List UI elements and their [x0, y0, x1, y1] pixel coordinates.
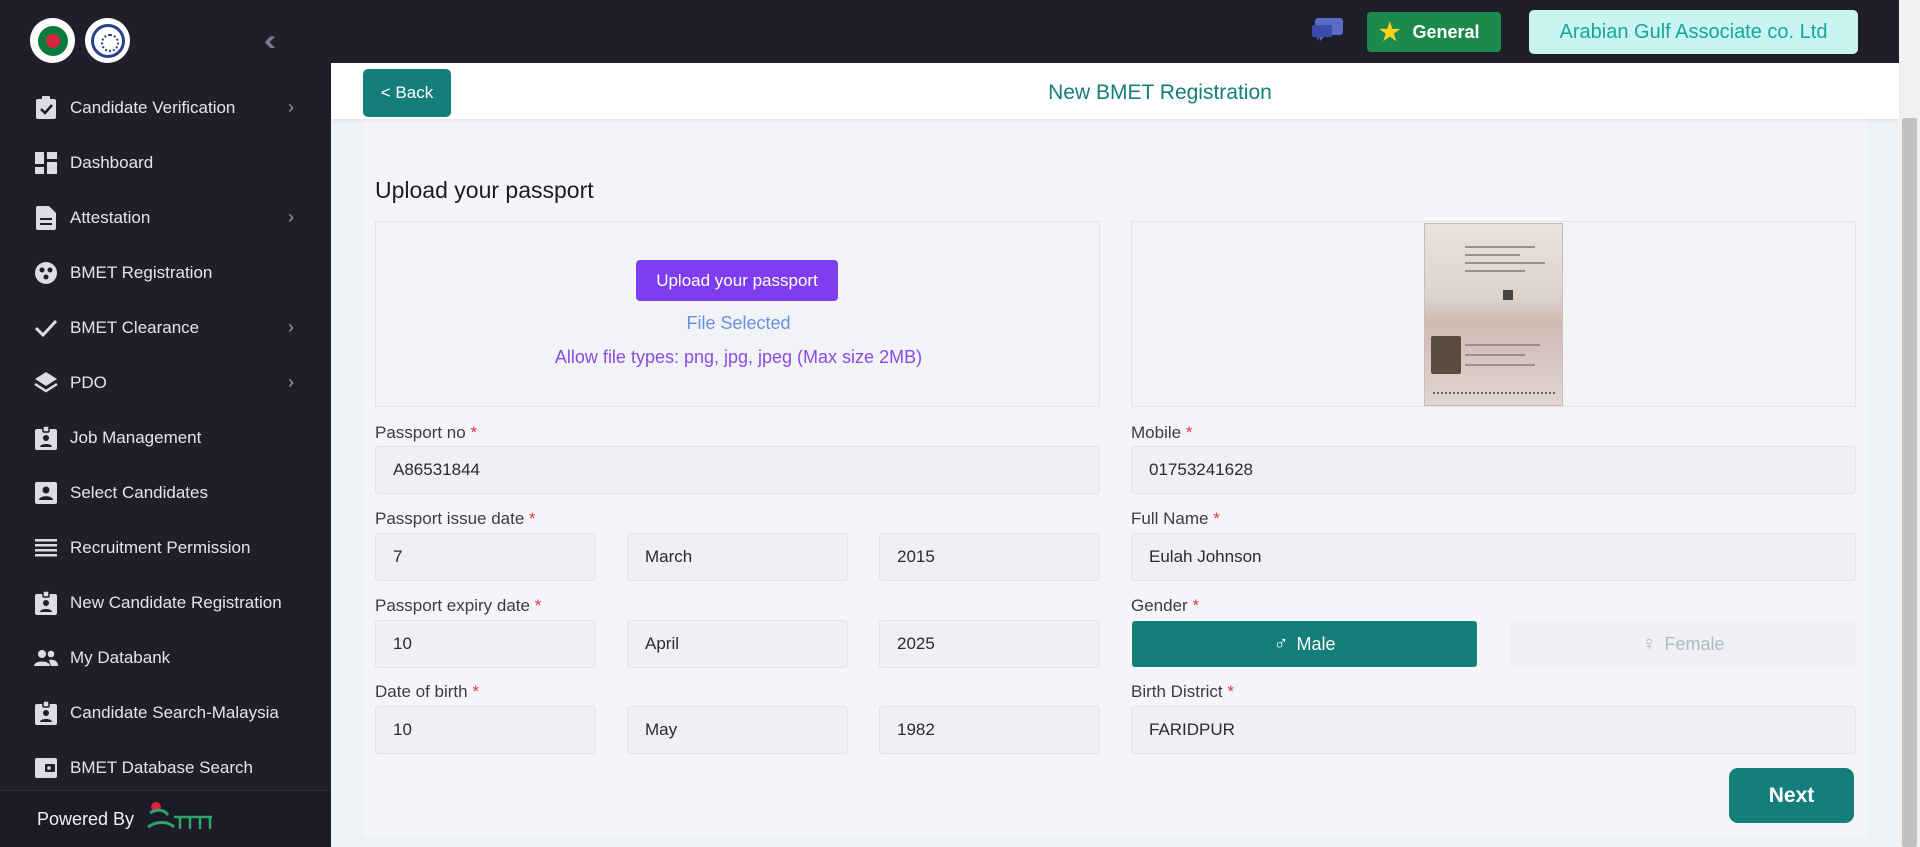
expiry-date-label: Passport expiry date *: [375, 596, 542, 615]
female-symbol-icon: ♀: [1641, 632, 1657, 655]
section-title: Upload your passport: [375, 177, 594, 203]
page-title: New BMET Registration: [1048, 81, 1272, 104]
full-name-input[interactable]: Eulah Johnson: [1131, 533, 1856, 581]
sidebar-item-label: Attestation: [70, 207, 151, 227]
expiry-month-select[interactable]: April: [627, 620, 848, 668]
passport-preview-image[interactable]: [1424, 223, 1563, 406]
sidebar-item-label: My Databank: [70, 647, 171, 667]
general-plan-button[interactable]: ★ General: [1367, 12, 1501, 52]
sidebar-item-label: Recruitment Permission: [70, 537, 251, 557]
layers-icon: [34, 371, 58, 395]
birth-district-select[interactable]: FARIDPUR: [1131, 706, 1856, 754]
sidebar-item-recruitment-permission[interactable]: Recruitment Permission: [0, 520, 331, 575]
sidebar-logos: [30, 18, 130, 63]
sidebar-item-candidate-search-malaysia[interactable]: Candidate Search-Malaysia: [0, 685, 331, 740]
gender-female-label: Female: [1664, 633, 1725, 654]
sidebar-item-label: BMET Clearance: [70, 317, 200, 337]
company-name-button[interactable]: Arabian Gulf Associate co. Ltd: [1529, 10, 1858, 54]
sidebar-item-label: BMET Database Search: [70, 757, 253, 777]
chevron-right-icon: ›: [288, 372, 294, 392]
sidebar-item-candidate-verification[interactable]: Candidate Verification ›: [0, 80, 331, 135]
wallet-icon: [34, 756, 58, 780]
sidebar-item-bmet-clearance[interactable]: BMET Clearance ›: [0, 300, 331, 355]
issue-year-select[interactable]: 2015: [879, 533, 1100, 581]
sidebar-item-job-management[interactable]: Job Management: [0, 410, 331, 465]
powered-by-label: Powered By: [37, 808, 135, 829]
badge-icon: [34, 425, 58, 450]
sidebar-item-dashboard[interactable]: Dashboard: [0, 135, 331, 190]
issue-day-select[interactable]: 7: [375, 533, 596, 581]
document-icon: [34, 205, 58, 230]
passport-no-input[interactable]: A86531844: [375, 446, 1100, 494]
content-header: New BMET Registration < Back: [331, 63, 1899, 119]
full-name-label: Full Name *: [1131, 509, 1220, 528]
sidebar-item-bmet-registration[interactable]: BMET Registration: [0, 245, 331, 300]
registration-form-card: Upload your passport Upload your passpor…: [363, 119, 1868, 837]
passport-upload-area: Upload your passport File Selected Allow…: [375, 221, 1100, 407]
scrollbar-thumb[interactable]: [1902, 118, 1917, 847]
page-scrollbar[interactable]: [1899, 0, 1920, 847]
general-label: General: [1412, 21, 1480, 42]
mobile-label: Mobile *: [1131, 423, 1193, 442]
sidebar-item-bmet-database-search[interactable]: BMET Database Search: [0, 740, 331, 795]
person-card-icon: [34, 481, 58, 505]
people-icon: [34, 646, 58, 670]
chevron-right-icon: ›: [288, 317, 294, 337]
passport-preview-area: [1131, 221, 1856, 407]
sidebar-item-label: Candidate Verification: [70, 97, 236, 117]
bmet-logo: [85, 18, 130, 63]
double-chevron-left-icon[interactable]: ‹‹: [264, 24, 276, 58]
badge-icon: [34, 700, 58, 725]
allowed-file-types-text: Allow file types: png, jpg, jpeg (Max si…: [554, 347, 923, 367]
ami-probashi-logo: [146, 799, 216, 840]
chat-bubbles-icon[interactable]: [1312, 16, 1344, 44]
list-lines-icon: [34, 536, 58, 560]
clipboard-check-icon: [34, 95, 58, 120]
top-bar: ★ General Arabian Gulf Associate co. Ltd: [331, 0, 1920, 63]
sidebar-item-label: Candidate Search-Malaysia: [70, 702, 279, 722]
badge-icon: [34, 590, 58, 615]
dashboard-grid-icon: [34, 151, 58, 175]
sidebar-item-pdo[interactable]: PDO ›: [0, 355, 331, 410]
sidebar-item-select-candidates[interactable]: Select Candidates: [0, 465, 331, 520]
dob-day-select[interactable]: 10: [375, 706, 596, 754]
next-button[interactable]: Next: [1729, 768, 1854, 823]
expiry-day-select[interactable]: 10: [375, 620, 596, 668]
sidebar-item-label: BMET Registration: [70, 262, 213, 282]
sidebar-item-label: New Candidate Registration: [70, 592, 282, 612]
gender-male-button[interactable]: ♂ Male: [1132, 621, 1477, 667]
sidebar: ‹‹ Candidate Verification › Dashboard At…: [0, 0, 331, 847]
chevron-right-icon: ›: [288, 207, 294, 227]
sidebar-menu: Candidate Verification › Dashboard Attes…: [0, 80, 331, 795]
sidebar-item-new-candidate-registration[interactable]: New Candidate Registration: [0, 575, 331, 630]
gender-male-label: Male: [1296, 633, 1336, 654]
chevron-right-icon: ›: [288, 97, 294, 117]
file-status-text: File Selected: [686, 313, 791, 333]
birth-district-label: Birth District *: [1131, 682, 1234, 701]
issue-month-select[interactable]: March: [627, 533, 848, 581]
gender-label: Gender *: [1131, 596, 1200, 615]
sidebar-item-attestation[interactable]: Attestation ›: [0, 190, 331, 245]
passport-no-label: Passport no *: [375, 423, 478, 442]
sidebar-item-my-databank[interactable]: My Databank: [0, 630, 331, 685]
mobile-input[interactable]: 01753241628: [1131, 446, 1856, 494]
dob-year-select[interactable]: 1982: [879, 706, 1100, 754]
checkmark-icon: [34, 316, 58, 340]
dob-month-select[interactable]: May: [627, 706, 848, 754]
back-button[interactable]: < Back: [363, 69, 451, 117]
sidebar-item-label: PDO: [70, 372, 107, 392]
sidebar-item-label: Job Management: [70, 427, 202, 447]
issue-date-label: Passport issue date *: [375, 509, 536, 528]
gender-female-button[interactable]: ♀ Female: [1510, 621, 1856, 667]
upload-passport-button[interactable]: Upload your passport: [636, 260, 838, 301]
powered-by-footer: Powered By: [0, 790, 331, 847]
registration-circle-icon: [34, 261, 58, 285]
sidebar-item-label: Select Candidates: [70, 482, 208, 502]
star-icon: ★: [1379, 18, 1401, 46]
bangladesh-govt-logo: [30, 18, 75, 63]
sidebar-item-label: Dashboard: [70, 152, 154, 172]
expiry-year-select[interactable]: 2025: [879, 620, 1100, 668]
male-symbol-icon: ♂: [1273, 632, 1289, 655]
dob-label: Date of birth *: [375, 682, 479, 701]
